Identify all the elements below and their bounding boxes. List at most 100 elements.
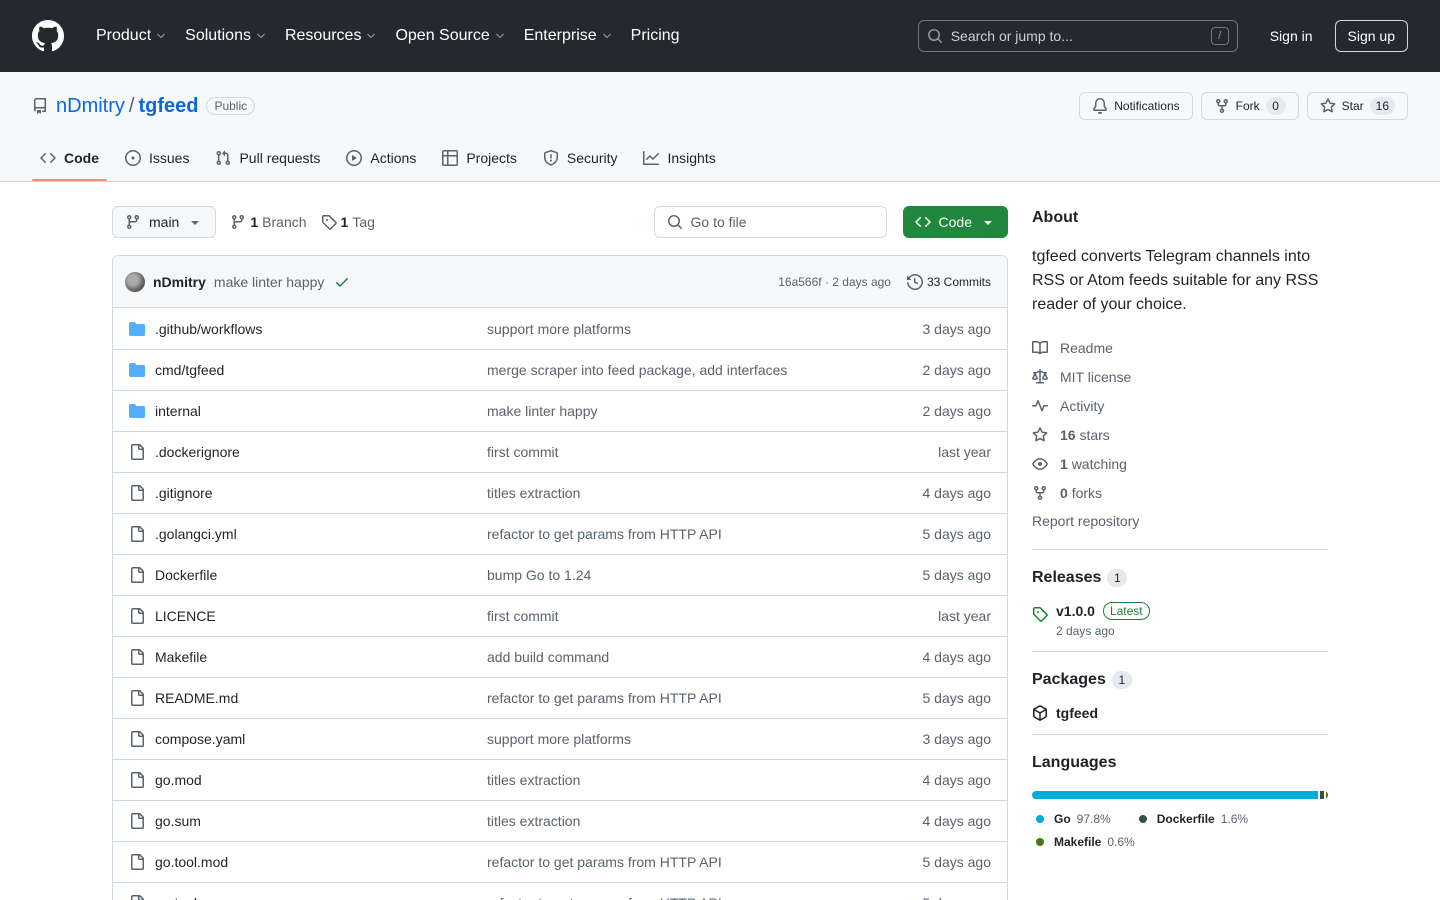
file-commit-message[interactable]: first commit — [487, 444, 871, 460]
avatar[interactable] — [125, 271, 145, 292]
file-commit-message[interactable]: titles extraction — [487, 813, 871, 829]
report-repository-link[interactable]: Report repository — [1032, 513, 1139, 529]
activity-link[interactable]: Activity — [1032, 391, 1328, 420]
branch-selector[interactable]: main — [112, 206, 217, 238]
file-name-link[interactable]: .dockerignore — [155, 444, 487, 460]
file-row[interactable]: README.md refactor to get params from HTT… — [113, 677, 1007, 718]
file-row[interactable]: .golangci.yml refactor to get params from… — [113, 513, 1007, 554]
file-row[interactable]: internal make linter happy 2 days ago — [113, 390, 1007, 431]
tags-link[interactable]: 1 Tag — [321, 214, 375, 230]
file-name-link[interactable]: go.tool.sum — [155, 895, 487, 900]
repo-description: tgfeed converts Telegram channels into R… — [1032, 248, 1319, 313]
file-commit-message[interactable]: refactor to get params from HTTP API — [487, 526, 871, 542]
github-logo-icon[interactable] — [32, 20, 64, 52]
global-search-input[interactable]: Search or jump to... / — [917, 20, 1238, 52]
file-row[interactable]: cmd/tgfeed merge scraper into feed packag… — [113, 349, 1007, 390]
file-name-link[interactable]: go.mod — [155, 772, 487, 788]
file-row[interactable]: .github/workflows support more platforms 3… — [113, 308, 1007, 349]
file-row[interactable]: LICENCE first commit last year — [113, 595, 1007, 636]
file-name-link[interactable]: .gitignore — [155, 485, 487, 501]
file-row[interactable]: go.sum titles extraction 4 days ago — [113, 800, 1007, 841]
readme-link[interactable]: Readme — [1032, 333, 1328, 362]
commit-author-link[interactable]: nDmitry — [153, 274, 206, 290]
about-links: Readme MIT license Activity 16 stars 1 w… — [1032, 333, 1328, 536]
file-name-link[interactable]: go.sum — [155, 813, 487, 829]
commits-history-link[interactable]: 33 Commits — [906, 273, 991, 290]
forks-link[interactable]: 0 forks — [1032, 478, 1328, 507]
repo-owner-link[interactable]: nDmitry — [56, 95, 125, 118]
file-row[interactable]: go.mod titles extraction 4 days ago — [113, 759, 1007, 800]
language-item[interactable]: Makefile 0.6% — [1032, 830, 1135, 853]
branches-link[interactable]: 1 Branch — [230, 214, 307, 230]
nav-resources[interactable]: Resources — [277, 21, 385, 51]
nav-pricing[interactable]: Pricing — [623, 21, 688, 51]
notifications-button[interactable]: Notifications — [1079, 92, 1193, 120]
check-icon[interactable] — [334, 274, 350, 290]
go-to-file-input[interactable]: Go to file — [653, 206, 887, 238]
file-name-link[interactable]: compose.yaml — [155, 731, 487, 747]
file-commit-message[interactable]: titles extraction — [487, 485, 871, 501]
file-name-link[interactable]: LICENCE — [155, 608, 487, 624]
language-color-dot — [1036, 837, 1044, 846]
nav-solutions[interactable]: Solutions — [177, 21, 275, 51]
tab-code[interactable]: Code — [32, 150, 107, 181]
tab-security[interactable]: Security — [535, 150, 626, 181]
file-commit-message[interactable]: refactor to get params from HTTP API — [487, 895, 871, 900]
nav-enterprise[interactable]: Enterprise — [516, 21, 621, 51]
file-row[interactable]: Makefile add build command 4 days ago — [113, 636, 1007, 677]
repo-name-link[interactable]: tgfeed — [138, 95, 198, 118]
license-link[interactable]: MIT license — [1032, 362, 1328, 391]
file-row[interactable]: .gitignore titles extraction 4 days ago — [113, 472, 1007, 513]
file-name-link[interactable]: .github/workflows — [155, 321, 487, 337]
file-commit-message[interactable]: titles extraction — [487, 772, 871, 788]
file-row[interactable]: go.tool.sumrefactor to get params from H… — [113, 882, 1007, 900]
file-commit-message[interactable]: refactor to get params from HTTP API — [487, 854, 871, 870]
nav-product[interactable]: Product — [88, 21, 175, 51]
releases-heading[interactable]: Releases 1 — [1032, 566, 1328, 590]
file-name-link[interactable]: Dockerfile — [155, 567, 487, 583]
file-commit-message[interactable]: add build command — [487, 649, 871, 665]
tab-issues[interactable]: Issues — [117, 150, 197, 181]
file-commit-message[interactable]: first commit — [487, 608, 871, 624]
file-name-link[interactable]: cmd/tgfeed — [155, 362, 487, 378]
tab-pull-requests[interactable]: Pull requests — [207, 150, 328, 181]
language-item[interactable]: Dockerfile 1.6% — [1135, 807, 1248, 830]
file-name-link[interactable]: Makefile — [155, 649, 487, 665]
sign-in-link[interactable]: Sign in — [1262, 22, 1321, 50]
file-commit-message[interactable]: support more platforms — [487, 731, 871, 747]
file-commit-message[interactable]: refactor to get params from HTTP API — [487, 690, 871, 706]
packages-heading[interactable]: Packages 1 — [1032, 668, 1328, 692]
tab-projects[interactable]: Projects — [434, 150, 525, 181]
pulse-icon — [1032, 399, 1048, 411]
tab-actions[interactable]: Actions — [338, 150, 424, 181]
file-commit-message[interactable]: bump Go to 1.24 — [487, 567, 871, 583]
file-commit-message[interactable]: make linter happy — [487, 403, 871, 419]
sign-up-button[interactable]: Sign up — [1334, 20, 1408, 52]
file-row[interactable]: .dockerignore first commit last year — [113, 431, 1007, 472]
fork-button[interactable]: Fork 0 — [1200, 92, 1299, 120]
language-item[interactable]: Go 97.8% — [1032, 807, 1111, 830]
code-dropdown-button[interactable]: Code — [902, 206, 1008, 238]
star-button[interactable]: Star 16 — [1306, 92, 1408, 120]
package-item[interactable]: tgfeed — [1032, 705, 1328, 721]
file-name-link[interactable]: README.md — [155, 690, 487, 706]
language-bar-segment — [1326, 791, 1328, 799]
watching-link[interactable]: 1 watching — [1032, 449, 1328, 478]
file-name-link[interactable]: internal — [155, 403, 487, 419]
file-table: nDmitry make linter happy 16a566f · 2 da… — [112, 255, 1008, 900]
file-name-link[interactable]: go.tool.mod — [155, 854, 487, 870]
file-name-link[interactable]: .golangci.yml — [155, 526, 487, 542]
tab-insights[interactable]: Insights — [635, 150, 723, 181]
file-commit-date: 2 days ago — [922, 403, 992, 419]
file-row[interactable]: compose.yaml support more platforms 3 days… — [113, 718, 1007, 759]
file-commit-message[interactable]: merge scraper into feed package, add int… — [487, 362, 871, 378]
stars-link[interactable]: 16 stars — [1032, 420, 1328, 449]
file-row[interactable]: go.tool.mod refactor to get params from H… — [113, 841, 1007, 882]
nav-open-source[interactable]: Open Source — [387, 21, 513, 51]
repo-title-row: nDmitry / tgfeed Public Notifications Fo… — [32, 92, 1408, 120]
file-commit-message[interactable]: support more platforms — [487, 321, 871, 337]
commit-hash-date[interactable]: 16a566f · 2 days ago — [778, 275, 891, 289]
file-row[interactable]: Dockerfile bump Go to 1.24 5 days ago — [113, 554, 1007, 595]
release-item[interactable]: v1.0.0 Latest 2 days ago — [1032, 602, 1328, 638]
commit-message-link[interactable]: make linter happy — [214, 274, 325, 290]
